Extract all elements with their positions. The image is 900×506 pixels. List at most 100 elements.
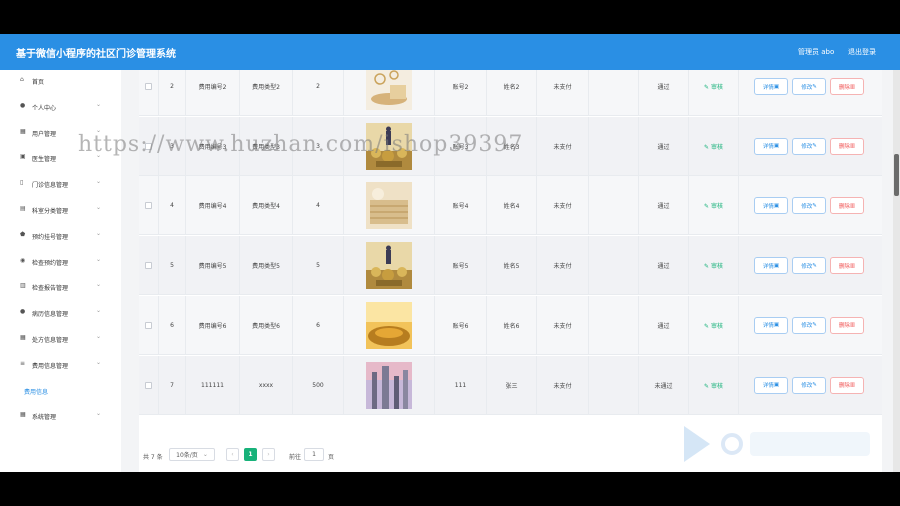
- audit-link[interactable]: ✎ 审核: [704, 321, 723, 330]
- trash-icon: ▥: [849, 202, 856, 209]
- row-checkbox[interactable]: [145, 262, 152, 270]
- edit-button[interactable]: 修改 ✎: [792, 78, 826, 95]
- row-select-cell: [139, 176, 159, 236]
- detail-button[interactable]: 详情 ▣: [754, 376, 788, 394]
- audit-link[interactable]: ✎ 审核: [704, 142, 723, 151]
- delete-button-label: 删除: [838, 144, 850, 151]
- edit-icon: ✎: [812, 143, 817, 150]
- empty-cell: [589, 116, 639, 176]
- document-icon: ▣: [773, 322, 780, 329]
- chevron-down-icon: ⌄: [96, 358, 102, 366]
- sidebar-item-label: 系统管理: [32, 414, 57, 422]
- sidebar-item-9[interactable]: ● 病历信息管理 ⌄: [0, 300, 121, 324]
- sidebar-menu: ⌂ 首页 ● 个人中心 ⌄ ▦ 用户管理 ⌄ ▣ 医生管理 ⌄ ▯ 门诊信息管理 ⌄ ▤ 科室分类管理 ⌄ ⬟ 预约…: [0, 70, 121, 472]
- prescription-icon: ▦: [20, 334, 26, 341]
- delete-button[interactable]: 删除 ▥: [830, 316, 864, 334]
- table-row: 2 费用编号2 费用类型2 2 账号2 姓名2 未支付 通过 ✎ 审核 详情 ▣ 修改 ✎ 删除 ▥: [139, 70, 882, 116]
- fee-code-cell: 费用编号5: [186, 236, 240, 296]
- chevron-down-icon: ⌄: [96, 410, 102, 418]
- detail-button[interactable]: 详情 ▣: [754, 197, 788, 215]
- sidebar-item-5[interactable]: ▤ 科室分类管理 ⌄: [0, 197, 121, 221]
- payment-status-cell: 未支付: [537, 176, 589, 236]
- detail-button-label: 详情: [762, 84, 774, 91]
- row-select-cell: [139, 355, 159, 415]
- edit-button[interactable]: 修改 ✎: [792, 137, 826, 155]
- trash-icon: ▥: [849, 262, 856, 269]
- sidebar-item-label: 医生管理: [32, 156, 57, 164]
- sidebar-item-label: 处方信息管理: [32, 337, 69, 344]
- sidebar-item-12[interactable]: 费用信息: [0, 378, 121, 402]
- trash-icon: ▥: [849, 382, 856, 388]
- edit-button[interactable]: 修改 ✎: [792, 316, 826, 334]
- brand-watermark-logo: [684, 426, 870, 462]
- audit-link[interactable]: ✎ 审核: [704, 201, 723, 210]
- next-page-button[interactable]: ›: [262, 448, 275, 461]
- row-checkbox[interactable]: [145, 321, 152, 329]
- delete-button[interactable]: 删除 ▥: [830, 376, 864, 394]
- document-icon: ▣: [773, 83, 780, 90]
- chevron-down-icon: ⌄: [202, 451, 208, 458]
- sidebar-item-13[interactable]: ▦ 系统管理 ⌄: [0, 403, 121, 427]
- sidebar-item-6[interactable]: ⬟ 预约挂号管理 ⌄: [0, 223, 121, 247]
- row-checkbox[interactable]: [145, 83, 152, 90]
- vertical-scrollbar[interactable]: [893, 70, 900, 472]
- delete-button-label: 删除: [838, 203, 850, 210]
- home-icon: ⌂: [20, 76, 24, 83]
- edit-pencil-icon: ✎: [704, 263, 711, 271]
- fee-type-cell: 费用类型5: [240, 236, 293, 296]
- sidebar-item-label: 科室分类管理: [32, 208, 69, 215]
- payment-status-cell: 未支付: [537, 355, 589, 415]
- edit-pencil-icon: ✎: [704, 382, 711, 390]
- page-number-button[interactable]: 1: [244, 448, 257, 461]
- sidebar-item-4[interactable]: ▯ 门诊信息管理 ⌄: [0, 171, 121, 195]
- sidebar-item-0[interactable]: ⌂ 首页: [0, 68, 121, 92]
- detail-button[interactable]: 详情 ▣: [754, 257, 788, 275]
- name-cell: 姓名2: [487, 70, 537, 116]
- sidebar-item-7[interactable]: ◉ 检查预约管理 ⌄: [0, 249, 121, 273]
- document-icon: ▣: [773, 143, 780, 150]
- review-status-cell: 通过: [639, 116, 689, 176]
- sidebar-item-1[interactable]: ● 个人中心 ⌄: [0, 94, 121, 118]
- row-checkbox[interactable]: [145, 202, 152, 210]
- detail-button[interactable]: 详情 ▣: [754, 78, 788, 95]
- audit-link[interactable]: ✎ 审核: [704, 261, 723, 270]
- edit-icon: ✎: [812, 262, 817, 269]
- document-icon: ▣: [773, 202, 780, 209]
- fee-amount-cell: 5: [293, 236, 344, 296]
- delete-button-label: 删除: [838, 263, 850, 270]
- trash-icon: ▥: [849, 143, 856, 150]
- current-user[interactable]: 管理员 abo: [798, 47, 834, 57]
- logout-link[interactable]: 退出登录: [848, 47, 876, 57]
- delete-button[interactable]: 删除 ▥: [830, 78, 864, 95]
- sidebar-item-label: 检查预约管理: [32, 259, 69, 267]
- edit-button[interactable]: 修改 ✎: [792, 257, 826, 275]
- edit-button[interactable]: 修改 ✎: [792, 197, 826, 215]
- fee-amount-cell: 4: [293, 176, 344, 236]
- chevron-down-icon: ⌄: [96, 100, 102, 108]
- detail-button-label: 详情: [762, 263, 774, 270]
- row-checkbox[interactable]: [145, 381, 152, 389]
- thumbnail-cell: [344, 295, 435, 355]
- delete-button[interactable]: 删除 ▥: [830, 257, 864, 275]
- delete-button[interactable]: 删除 ▥: [830, 137, 864, 155]
- chevron-down-icon: ⌄: [96, 229, 102, 237]
- audit-link[interactable]: ✎ 审核: [704, 381, 723, 390]
- sidebar-item-8[interactable]: ▥ 检查报告管理 ⌄: [0, 274, 121, 298]
- sidebar-item-10[interactable]: ▦ 处方信息管理 ⌄: [0, 326, 121, 350]
- edit-button-label: 修改: [801, 383, 813, 389]
- audit-label: 审核: [710, 263, 723, 271]
- edit-icon: ✎: [812, 322, 817, 329]
- audit-link[interactable]: ✎ 审核: [704, 82, 723, 91]
- edit-button[interactable]: 修改 ✎: [792, 376, 826, 394]
- thumbnail-cell: [344, 70, 435, 116]
- edit-icon: ✎: [812, 382, 817, 388]
- sidebar-item-11[interactable]: ≡ 费用信息管理 ⌄: [0, 352, 121, 376]
- detail-button[interactable]: 详情 ▣: [754, 137, 788, 155]
- delete-button[interactable]: 删除 ▥: [830, 197, 864, 215]
- detail-button[interactable]: 详情 ▣: [754, 316, 788, 334]
- goto-page-input[interactable]: 1: [304, 448, 324, 461]
- audit-label: 审核: [710, 203, 723, 211]
- prev-page-button[interactable]: ‹: [226, 448, 239, 461]
- scrollbar-thumb[interactable]: [894, 154, 899, 196]
- page-size-select[interactable]: 10条/页 ⌄: [169, 448, 215, 461]
